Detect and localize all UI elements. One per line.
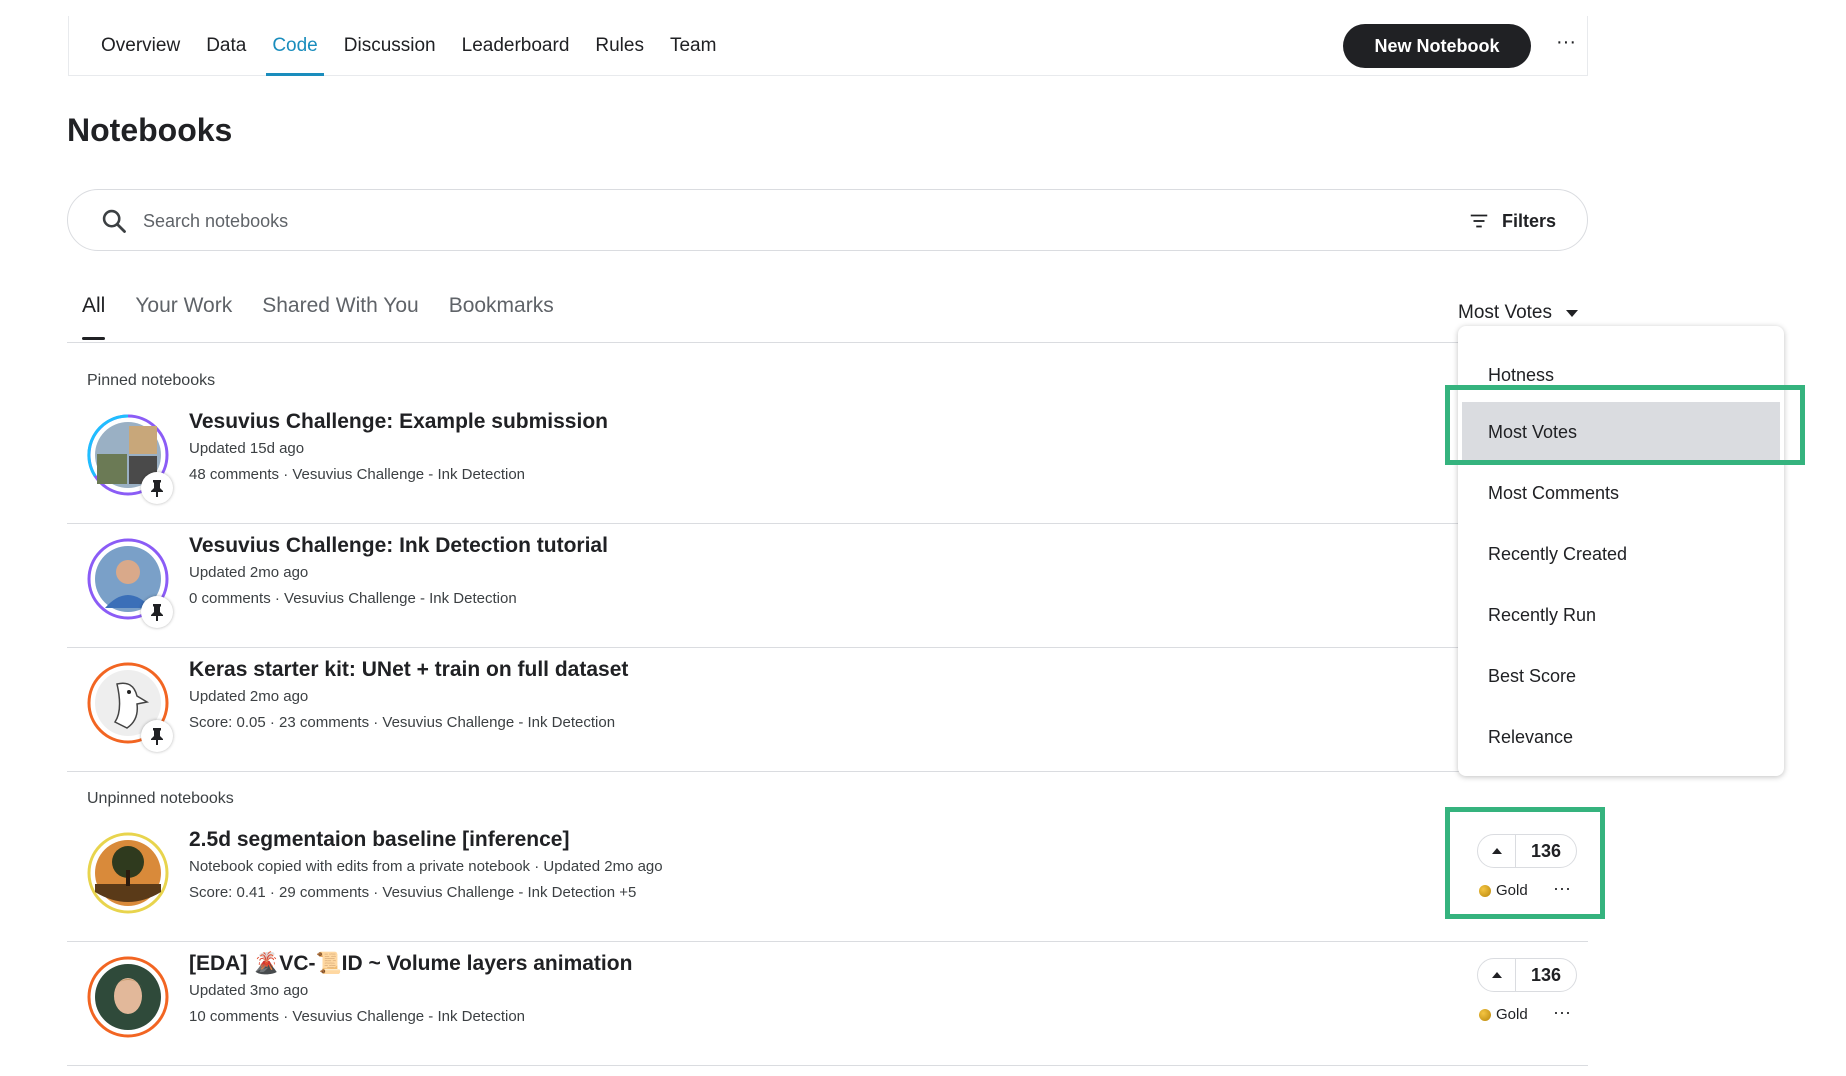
notebook-title[interactable]: Keras starter kit: UNet + train on full …: [189, 658, 628, 682]
sort-option-recently-created[interactable]: Recently Created: [1458, 524, 1784, 585]
avatar: [87, 832, 169, 914]
unpinned-section-label: Unpinned notebooks: [87, 790, 234, 807]
more-options-icon[interactable]: ···: [1553, 1002, 1571, 1023]
pin-icon: [141, 472, 173, 504]
vote-count: 136: [1530, 965, 1562, 985]
sort-option-relevance[interactable]: Relevance: [1458, 707, 1784, 768]
upvote-control[interactable]: 136: [1477, 958, 1577, 992]
tab-team[interactable]: Team: [670, 16, 716, 76]
medal-badge: Gold: [1479, 1006, 1528, 1023]
notebook-updated: Notebook copied with edits from a privat…: [189, 858, 663, 875]
notebook-row[interactable]: Keras starter kit: UNet + train on full …: [67, 648, 1588, 772]
more-options-icon[interactable]: ···: [1551, 30, 1581, 60]
tab-data[interactable]: Data: [206, 16, 246, 76]
pin-icon: [141, 596, 173, 628]
tab-leaderboard[interactable]: Leaderboard: [462, 16, 570, 76]
subtab-your-work[interactable]: Your Work: [135, 294, 232, 340]
subtab-shared-with-you[interactable]: Shared With You: [262, 294, 418, 340]
caret-up-icon: [1491, 972, 1502, 978]
notebook-meta: Score: 0.05 · 23 comments · Vesuvius Cha…: [189, 714, 616, 731]
new-notebook-button[interactable]: New Notebook: [1343, 24, 1531, 68]
search-icon: [102, 209, 126, 233]
sort-option-best-score[interactable]: Best Score: [1458, 646, 1784, 707]
sort-current-label: Most Votes: [1458, 302, 1552, 323]
tab-code[interactable]: Code: [266, 16, 325, 76]
tab-overview[interactable]: Overview: [101, 16, 180, 76]
medal-label: Gold: [1496, 1006, 1528, 1023]
notebook-meta: Score: 0.41 · 29 comments · Vesuvius Cha…: [189, 884, 637, 901]
filters-label: Filters: [1502, 210, 1557, 231]
caret-down-icon: [1566, 309, 1578, 317]
divider: [67, 342, 1588, 343]
search-bar: Filters: [67, 189, 1588, 251]
highlight-box: [1445, 807, 1605, 919]
notebook-updated: Updated 3mo ago: [189, 982, 309, 999]
notebook-title[interactable]: 2.5d segmentaion baseline [inference]: [189, 828, 569, 852]
pin-icon: [141, 720, 173, 752]
pinned-section-label: Pinned notebooks: [87, 372, 216, 389]
sort-dropdown[interactable]: Most Votes: [1458, 302, 1578, 324]
gold-medal-icon: [1479, 1008, 1491, 1021]
subtab-all[interactable]: All: [82, 294, 106, 340]
avatar: [87, 956, 169, 1038]
notebook-row[interactable]: Vesuvius Challenge: Example submission U…: [67, 400, 1588, 524]
nav-tabs: Overview Data Code Discussion Leaderboar…: [101, 16, 742, 76]
subtab-bookmarks[interactable]: Bookmarks: [449, 294, 554, 340]
notebook-updated: Updated 2mo ago: [189, 688, 309, 705]
search-input[interactable]: [143, 204, 1343, 238]
notebook-title[interactable]: Vesuvius Challenge: Ink Detection tutori…: [189, 534, 608, 558]
page-title: Notebooks: [67, 112, 233, 148]
notebook-row[interactable]: [EDA] 🌋VC-📜ID ~ Volume layers animation …: [67, 942, 1588, 1066]
tab-discussion[interactable]: Discussion: [344, 16, 436, 76]
filter-icon: [1470, 214, 1488, 228]
notebook-row[interactable]: Vesuvius Challenge: Ink Detection tutori…: [67, 524, 1588, 648]
notebook-meta: 48 comments · Vesuvius Challenge - Ink D…: [189, 466, 525, 483]
notebook-meta: 0 comments · Vesuvius Challenge - Ink De…: [189, 590, 517, 607]
upvote-button[interactable]: [1478, 959, 1516, 991]
sort-option-recently-run[interactable]: Recently Run: [1458, 585, 1784, 646]
highlight-box: [1445, 385, 1805, 465]
notebook-title[interactable]: Vesuvius Challenge: Example submission: [189, 410, 608, 434]
filters-button[interactable]: Filters: [1468, 205, 1556, 237]
notebook-updated: Updated 15d ago: [189, 440, 305, 457]
notebook-subtabs: All Your Work Shared With You Bookmarks: [82, 294, 584, 340]
notebook-meta: 10 comments · Vesuvius Challenge - Ink D…: [189, 1008, 525, 1025]
top-nav: Overview Data Code Discussion Leaderboar…: [68, 16, 1588, 76]
tab-rules[interactable]: Rules: [595, 16, 644, 76]
notebook-row[interactable]: 2.5d segmentaion baseline [inference] No…: [67, 818, 1588, 942]
notebook-title[interactable]: [EDA] 🌋VC-📜ID ~ Volume layers animation: [189, 952, 632, 976]
sort-option-most-comments[interactable]: Most Comments: [1458, 463, 1784, 524]
notebook-updated: Updated 2mo ago: [189, 564, 309, 581]
